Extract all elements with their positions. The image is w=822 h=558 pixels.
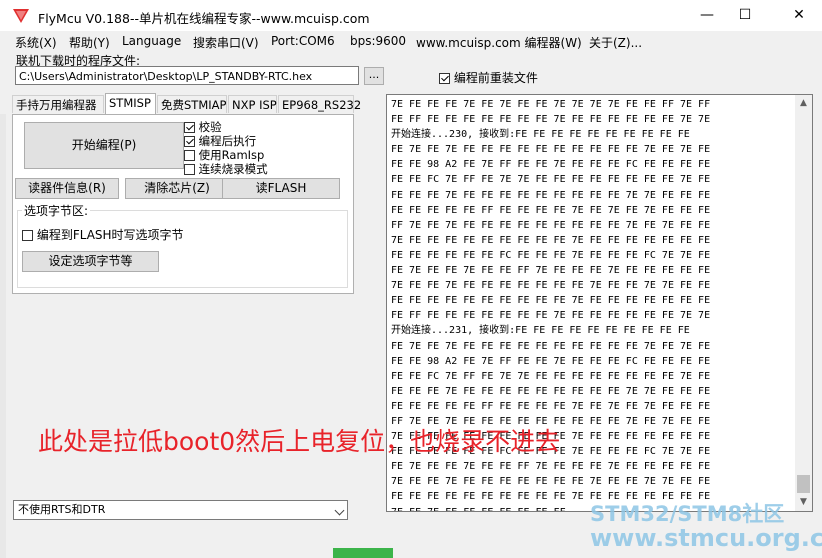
option-bytes-group: 选项字节区: 编程到FLASH时写选项字节 设定选项字节等 — [17, 202, 348, 288]
menu-bps[interactable]: bps:9600 — [350, 34, 406, 48]
tab-free-stmiap[interactable]: 免费STMIAP — [157, 95, 227, 113]
option-label: 使用RamIsp — [198, 148, 265, 162]
menu-about[interactable]: 关于(Z)... — [589, 34, 642, 51]
taskbar-green-strip — [333, 548, 393, 558]
log-scrollbar[interactable]: ▲ ▼ — [795, 95, 812, 511]
write-option-bytes-checkbox[interactable]: 编程到FLASH时写选项字节 — [22, 226, 184, 243]
scroll-thumb[interactable] — [797, 475, 810, 493]
start-programming-button[interactable]: 开始编程(P) — [24, 122, 184, 169]
menu-help[interactable]: 帮助(Y) — [69, 34, 110, 51]
reload-before-program-checkbox[interactable]: 编程前重装文件 — [439, 69, 538, 86]
watermark-url: www.stmcu.org.cn — [590, 524, 822, 552]
menu-language[interactable]: Language — [122, 34, 181, 48]
option-bytes-title: 选项字节区: — [22, 202, 91, 219]
browse-button[interactable]: ... — [364, 67, 384, 85]
tab-stmisp[interactable]: STMISP — [105, 93, 156, 114]
tab-ep968-rs232[interactable]: EP968_RS232 — [278, 95, 361, 113]
rts-dtr-value: 不使用RTS和DTR — [18, 503, 106, 516]
checkbox-box[interactable] — [184, 136, 195, 147]
menu-system[interactable]: 系统(X) — [15, 34, 57, 51]
option-label: 编程到FLASH时写选项字节 — [36, 228, 184, 242]
reload-label: 编程前重装文件 — [453, 71, 538, 85]
read-device-info-button[interactable]: 读器件信息(R) — [15, 178, 119, 199]
checkbox-box[interactable] — [439, 73, 450, 84]
chevron-down-icon[interactable] — [334, 505, 345, 516]
checkbox-box[interactable] — [184, 122, 195, 133]
scroll-down-arrow-icon[interactable]: ▼ — [795, 494, 812, 511]
set-option-bytes-button[interactable]: 设定选项字节等 — [22, 251, 159, 272]
menu-programmer[interactable]: www.mcuisp.com 编程器(W) — [416, 34, 582, 51]
left-edge-strip — [0, 114, 6, 558]
menu-port[interactable]: Port:COM6 — [271, 34, 335, 48]
option-label: 校验 — [198, 120, 222, 134]
tab-nxp-isp[interactable]: NXP ISP — [228, 95, 277, 113]
read-flash-button[interactable]: 读FLASH — [222, 178, 340, 199]
checkbox-box[interactable] — [184, 150, 195, 161]
checkbox-box[interactable] — [22, 230, 33, 241]
menu-search-port[interactable]: 搜索串口(V) — [193, 34, 259, 51]
checkbox-box[interactable] — [184, 164, 195, 175]
scroll-up-arrow-icon[interactable]: ▲ — [795, 95, 812, 112]
rts-dtr-select[interactable]: 不使用RTS和DTR — [13, 500, 348, 520]
window-title: FlyMcu V0.188--单片机在线编程专家--www.mcuisp.com — [38, 11, 370, 26]
annotation-text: 此处是拉低boot0然后上电复位，也烧录不进去 — [38, 427, 561, 456]
title-bar: FlyMcu V0.188--单片机在线编程专家--www.mcuisp.com… — [0, 0, 822, 31]
option-label: 连续烧录模式 — [198, 162, 268, 176]
maximize-button[interactable]: ☐ — [722, 0, 768, 31]
stmisp-panel: 开始编程(P) 校验 编程后执行 使用RamIsp 连续烧录模式 读器件信息(R… — [12, 114, 354, 294]
tab-handheld-programmer[interactable]: 手持万用编程器 — [12, 95, 104, 113]
continuous-burn-checkbox[interactable]: 连续烧录模式 — [184, 161, 268, 177]
close-button[interactable]: ✕ — [776, 0, 822, 31]
flymcu-app-icon — [12, 7, 30, 25]
menu-bar: 系统(X) 帮助(Y) Language 搜索串口(V) Port:COM6 b… — [0, 31, 822, 51]
option-label: 编程后执行 — [198, 134, 257, 148]
erase-chip-button[interactable]: 清除芯片(Z) — [125, 178, 229, 199]
file-path-input[interactable]: C:\Users\Administrator\Desktop\LP_STANDB… — [15, 66, 359, 85]
